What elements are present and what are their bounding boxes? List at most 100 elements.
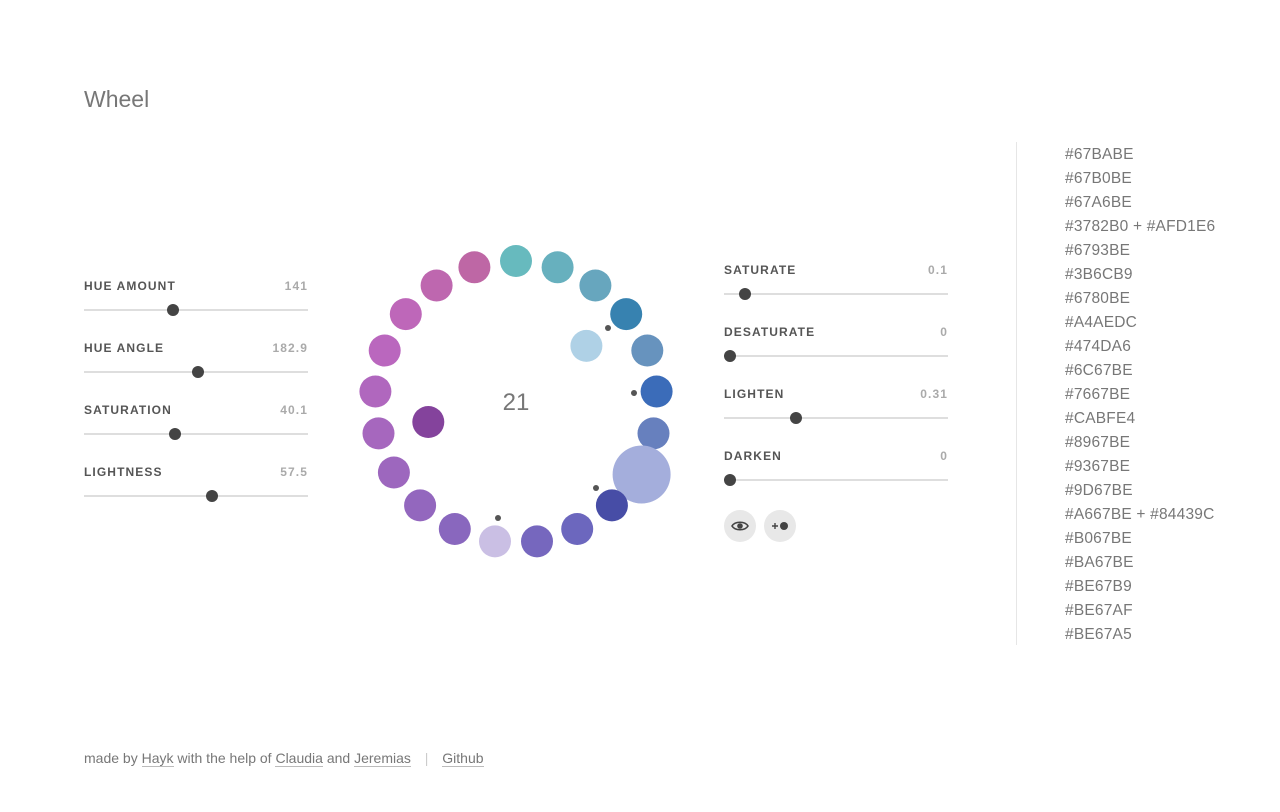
slider-label: DESATURATE (724, 325, 816, 339)
hue-amount-slider[interactable]: HUE AMOUNT 141 (84, 279, 308, 341)
hex-list-item: #9D67BE (1065, 482, 1133, 499)
color-wheel[interactable]: 21 (340, 220, 700, 580)
slider-label: HUE AMOUNT (84, 279, 176, 293)
color-swatch[interactable] (500, 245, 532, 277)
slider-label: DARKEN (724, 449, 782, 463)
hayk-link[interactable]: Hayk (141, 750, 174, 767)
eye-icon (731, 521, 749, 531)
color-swatch[interactable] (359, 375, 392, 408)
slider-track[interactable] (84, 495, 308, 497)
hex-list-item: #6793BE (1065, 242, 1131, 259)
slider-value: 0.31 (920, 387, 948, 401)
color-swatch[interactable] (377, 456, 410, 489)
slider-value: 0 (940, 325, 948, 339)
hex-color-list: #67BABE #67B0BE #67A6BE #3782B0 + #AFD1E6 #6… (1065, 143, 1215, 647)
hex-list-item: #9367BE (1065, 458, 1131, 475)
hue-angle-slider[interactable]: HUE ANGLE 182.9 (84, 341, 308, 403)
slider-value: 40.1 (280, 403, 308, 417)
adjust-controls: SATURATE 0.1 DESATURATE 0 LIGHTEN 0.31 D… (724, 263, 948, 511)
hex-list-item: #474DA6 (1065, 338, 1132, 355)
color-swatch[interactable] (561, 513, 594, 545)
saturation-slider[interactable]: SATURATION 40.1 (84, 403, 308, 465)
color-swatch[interactable] (438, 513, 471, 545)
hex-list-item: #CABFE4 (1065, 410, 1136, 427)
slider-track[interactable] (84, 309, 308, 311)
color-count: 21 (503, 389, 530, 416)
color-swatch[interactable] (640, 375, 673, 408)
darken-slider[interactable]: DARKEN 0 (724, 449, 948, 511)
slider-thumb[interactable] (724, 350, 737, 362)
hex-list-item: #6780BE (1065, 290, 1131, 307)
slider-value: 57.5 (280, 465, 308, 479)
footer-text: with the help of (177, 750, 272, 766)
color-swatch[interactable] (362, 417, 395, 450)
slider-thumb[interactable] (168, 428, 181, 440)
hex-list-item: #3B6CB9 (1065, 266, 1133, 283)
slider-label: SATURATION (84, 403, 172, 417)
slider-value: 0 (940, 449, 948, 463)
handle-dot[interactable] (631, 390, 637, 396)
footer-text: and (326, 750, 351, 766)
slider-value: 141 (284, 279, 308, 293)
handle-dot[interactable] (605, 325, 611, 331)
lighten-slider[interactable]: LIGHTEN 0.31 (724, 387, 948, 449)
slider-label: LIGHTNESS (84, 465, 163, 479)
hex-list-item: #A4AEDC (1065, 314, 1138, 331)
page-title: Wheel (84, 86, 150, 112)
hex-list-item: #3782B0 + #AFD1E6 (1065, 218, 1216, 235)
hex-list-item: #BE67B9 (1065, 578, 1132, 595)
slider-thumb[interactable] (205, 490, 218, 502)
slider-label: SATURATE (724, 263, 797, 277)
slider-track[interactable] (84, 433, 308, 435)
color-swatch[interactable] (479, 525, 511, 558)
footer: made by Hayk with the help of Claudia an… (84, 750, 484, 767)
claudia-link[interactable]: Claudia (275, 750, 323, 767)
slider-thumb[interactable] (724, 474, 737, 486)
color-swatch[interactable] (368, 334, 401, 367)
handle-dot[interactable] (495, 515, 501, 521)
hex-list-item: #BE67AF (1065, 602, 1133, 619)
color-swatch[interactable] (637, 417, 670, 450)
slider-thumb[interactable] (789, 412, 802, 424)
slider-thumb[interactable] (739, 288, 752, 300)
slider-thumb[interactable] (192, 366, 205, 378)
hue-controls: HUE AMOUNT 141 HUE ANGLE 182.9 SATURATIO… (84, 279, 308, 527)
color-swatch[interactable] (595, 489, 628, 522)
hex-list-item: #8967BE (1065, 434, 1131, 451)
slider-track[interactable] (724, 479, 948, 481)
color-swatch[interactable] (389, 298, 422, 331)
slider-track[interactable] (724, 417, 948, 419)
slider-thumb[interactable] (166, 304, 179, 316)
jeremias-link[interactable]: Jeremias (354, 750, 411, 767)
add-color-icon (772, 522, 788, 530)
color-swatch[interactable] (458, 251, 491, 284)
color-swatch[interactable] (541, 251, 574, 284)
slider-track[interactable] (724, 293, 948, 295)
hex-list-item: #BA67BE (1065, 554, 1134, 571)
add-color-button[interactable] (764, 510, 796, 542)
hex-list-item: #6C67BE (1065, 362, 1133, 379)
saturate-slider[interactable]: SATURATE 0.1 (724, 263, 948, 325)
slider-label: LIGHTEN (724, 387, 785, 401)
preview-toggle-button[interactable] (724, 510, 756, 542)
hex-list-item: #67A6BE (1065, 194, 1132, 211)
handle-dot[interactable] (593, 485, 599, 491)
footer-separator: | (424, 750, 429, 766)
secondary-color-swatch[interactable] (570, 329, 603, 362)
panel-divider (1016, 142, 1017, 645)
lightness-slider[interactable]: LIGHTNESS 57.5 (84, 465, 308, 527)
desaturate-slider[interactable]: DESATURATE 0 (724, 325, 948, 387)
color-swatch[interactable] (420, 269, 453, 302)
color-swatch[interactable] (631, 334, 664, 367)
slider-track[interactable] (724, 355, 948, 357)
color-swatch[interactable] (521, 525, 553, 558)
color-swatch[interactable] (610, 298, 643, 331)
secondary-color-swatch[interactable] (412, 406, 445, 438)
color-swatch[interactable] (404, 489, 437, 522)
hex-list-item: #67BABE (1065, 146, 1134, 163)
color-swatch[interactable] (579, 269, 612, 302)
github-link[interactable]: Github (442, 750, 484, 767)
footer-text: made by (84, 750, 138, 766)
hex-list-item: #A667BE + #84439C (1065, 506, 1215, 523)
hex-list-item: #67B0BE (1065, 170, 1132, 187)
